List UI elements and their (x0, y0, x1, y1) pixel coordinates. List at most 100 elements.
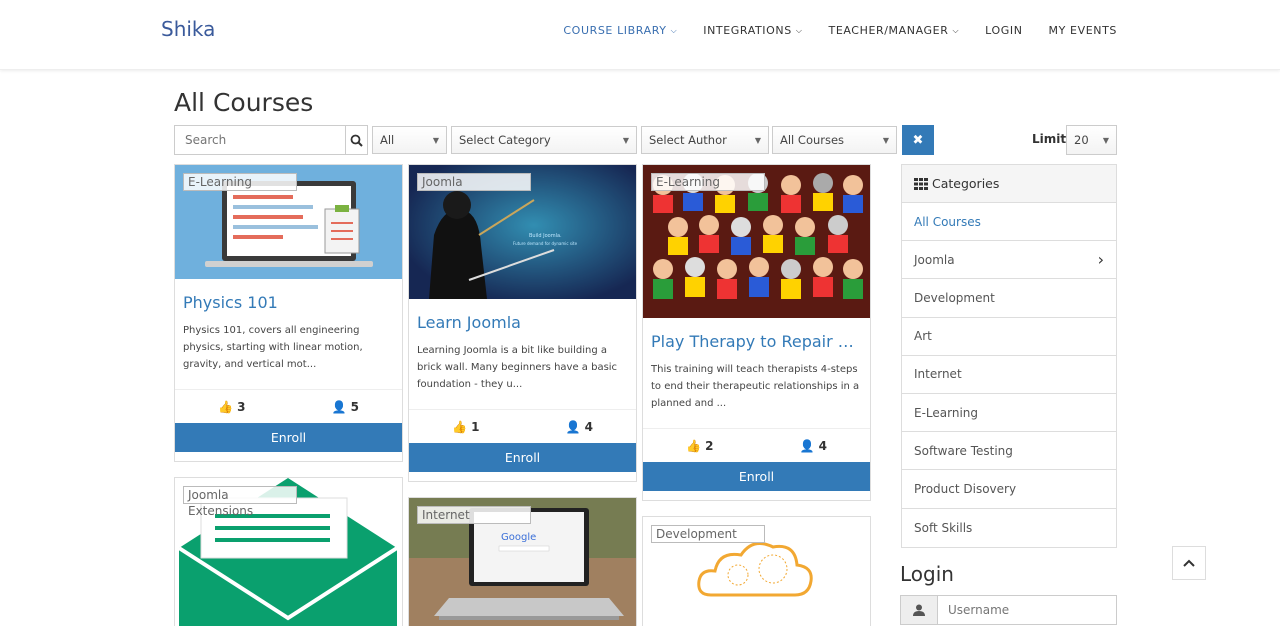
category-label: Soft Skills (914, 520, 973, 535)
likes-stat: 👍 2 (643, 439, 757, 453)
category-item-development[interactable]: Development (902, 279, 1116, 318)
category-tag: E-Learning (183, 173, 297, 191)
category-tag: Joomla (417, 173, 531, 191)
category-select[interactable]: Select Category ▼ (451, 126, 637, 154)
category-tag: E-Learning (651, 173, 765, 191)
nav-course-library[interactable]: COURSE LIBRARY ⌵ (563, 24, 677, 37)
author-select[interactable]: Select Author ▼ (641, 126, 769, 154)
likes-stat: 👍 1 (409, 420, 523, 434)
course-thumbnail[interactable]: E-Learning (175, 165, 402, 279)
course-description: Learning Joomla is a bit like building a… (417, 345, 618, 390)
categories-panel: Categories All Courses Joomla › Developme… (901, 164, 1117, 548)
course-description: Physics 101, covers all engineering phys… (183, 325, 363, 370)
course-type-select[interactable]: All Courses ▼ (772, 126, 897, 154)
category-item-product-discovery[interactable]: Product Disovery (902, 470, 1116, 509)
course-card-learn-joomla: Build Joomla. Future demand for dynamic … (408, 164, 637, 482)
course-thumbnail[interactable]: Build Joomla. Future demand for dynamic … (409, 165, 636, 299)
search-button[interactable] (345, 126, 367, 154)
limit-select[interactable]: 20 ▼ (1066, 125, 1117, 155)
category-item-e-learning[interactable]: E-Learning (902, 394, 1116, 433)
enrolled-count: 4 (584, 419, 593, 434)
thumbs-up-icon: 👍 (686, 438, 701, 453)
brand-logo[interactable]: Shika (161, 17, 215, 41)
enroll-button[interactable]: Enroll (175, 423, 402, 452)
category-item-art[interactable]: Art (902, 318, 1116, 356)
course-card-development: Development (642, 516, 871, 626)
search-icon (350, 134, 363, 147)
svg-text:Google: Google (501, 532, 536, 543)
course-card-internet: Google Internet (408, 497, 637, 626)
course-title[interactable]: Physics 101 (175, 293, 402, 312)
search-input[interactable] (175, 126, 345, 154)
enroll-button[interactable]: Enroll (409, 443, 636, 472)
nav-my-events[interactable]: MY EVENTS (1049, 24, 1117, 37)
user-icon: 👤 (331, 399, 347, 414)
enrolled-count: 4 (818, 438, 827, 453)
category-item-internet[interactable]: Internet (902, 356, 1116, 394)
svg-text:Build Joomla.: Build Joomla. (529, 233, 562, 239)
course-thumbnail[interactable]: Development (643, 517, 870, 626)
chevron-right-icon[interactable]: › (1098, 250, 1104, 269)
chevron-down-icon: ▼ (622, 135, 629, 145)
course-card-joomla-extensions: Joomla Extensions (174, 477, 403, 626)
course-thumbnail[interactable]: Joomla Extensions (175, 478, 402, 626)
svg-text:Future demand for dynamic site: Future demand for dynamic site (513, 241, 578, 246)
nav-label: INTEGRATIONS (703, 24, 792, 37)
user-icon: 👤 (799, 438, 815, 453)
chevron-down-icon: ▼ (1102, 135, 1109, 145)
user-icon: 👤 (565, 419, 581, 434)
categories-header: Categories (902, 165, 1116, 203)
likes-count: 3 (237, 399, 246, 414)
category-label: Joomla (914, 252, 955, 267)
enroll-button[interactable]: Enroll (643, 462, 870, 491)
grid-icon (914, 177, 928, 190)
category-label: E-Learning (914, 405, 979, 420)
status-select[interactable]: All ▼ (372, 126, 447, 154)
nav-label: LOGIN (985, 24, 1023, 37)
clear-filters-button[interactable]: ✖ (902, 125, 934, 155)
course-description: This training will teach therapists 4-st… (651, 364, 860, 409)
username-input[interactable] (938, 596, 1116, 624)
category-item-software-testing[interactable]: Software Testing (902, 432, 1116, 471)
category-label: Software Testing (914, 443, 1013, 458)
select-value: All Courses (780, 133, 845, 147)
course-title[interactable]: Play Therapy to Repair Atta... (643, 332, 870, 351)
chevron-up-icon (1183, 559, 1195, 567)
course-stats: 👍 1 👤 4 (409, 409, 636, 443)
category-tag: Joomla Extensions (183, 486, 297, 518)
course-thumbnail[interactable]: Google Internet (409, 498, 636, 626)
nav-label: COURSE LIBRARY (563, 24, 667, 37)
course-card-play-therapy: E-Learning Play Therapy to Repair Atta..… (642, 164, 871, 501)
thumbs-up-icon: 👍 (452, 419, 467, 434)
category-item-joomla[interactable]: Joomla › (902, 241, 1116, 280)
nav-label: TEACHER/MANAGER (828, 24, 949, 37)
enrolled-stat: 👤 4 (523, 420, 637, 434)
thumbs-up-icon: 👍 (218, 399, 233, 414)
search-group (174, 125, 368, 155)
nav-login[interactable]: LOGIN (985, 24, 1022, 37)
select-value: Select Author (649, 133, 727, 147)
select-value: All (380, 133, 395, 147)
nav-teacher-manager[interactable]: TEACHER/MANAGER ⌵ (829, 24, 960, 37)
course-thumbnail[interactable]: E-Learning (643, 165, 870, 318)
course-stats: 👍 3 👤 5 (175, 389, 402, 423)
site-header: Shika COURSE LIBRARY ⌵ INTEGRATIONS ⌵ TE… (0, 0, 1280, 70)
nav-integrations[interactable]: INTEGRATIONS ⌵ (703, 24, 802, 37)
nav-label: MY EVENTS (1048, 24, 1117, 37)
login-title: Login (900, 562, 954, 586)
select-value: Select Category (459, 133, 551, 147)
category-item-soft-skills[interactable]: Soft Skills (902, 509, 1116, 547)
scroll-to-top-button[interactable] (1172, 546, 1206, 580)
category-tag: Development (651, 525, 765, 543)
enrolled-stat: 👤 4 (757, 439, 871, 453)
category-label: Internet (914, 367, 962, 382)
chevron-down-icon: ⌵ (795, 25, 803, 35)
select-value: 20 (1074, 133, 1089, 147)
course-card-physics-101: E-Learning Physics 101 Physics 101, cove… (174, 164, 403, 462)
limit-label: Limit (1032, 132, 1067, 146)
page-title: All Courses (174, 88, 314, 117)
course-title[interactable]: Learn Joomla (409, 313, 636, 332)
category-label: Product Disovery (914, 481, 1017, 496)
close-icon: ✖ (912, 132, 924, 148)
category-item-all-courses[interactable]: All Courses (902, 203, 1116, 242)
